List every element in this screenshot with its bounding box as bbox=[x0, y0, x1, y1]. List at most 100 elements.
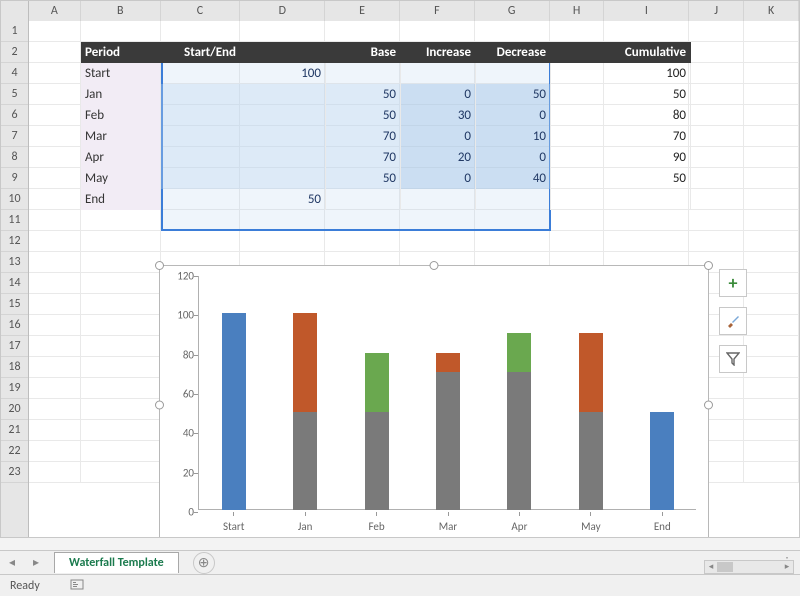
cell-cumulative[interactable]: 100 bbox=[606, 63, 691, 84]
column-header[interactable]: F bbox=[400, 1, 475, 21]
cell[interactable] bbox=[81, 336, 161, 357]
column-header[interactable]: I bbox=[604, 1, 689, 21]
cell-base[interactable] bbox=[326, 63, 401, 84]
row-header[interactable]: 15 bbox=[1, 294, 28, 315]
cell[interactable] bbox=[689, 105, 744, 126]
cell[interactable] bbox=[744, 210, 799, 231]
row-header[interactable]: 7 bbox=[1, 126, 28, 147]
cell[interactable] bbox=[29, 21, 81, 42]
cell[interactable] bbox=[29, 42, 81, 63]
bar-segment[interactable] bbox=[365, 353, 389, 412]
cell-grid[interactable]: 020406080100120StartJanFebMarAprMayEnd + bbox=[29, 21, 799, 537]
cell[interactable] bbox=[689, 147, 744, 168]
cell[interactable] bbox=[81, 441, 161, 462]
cell[interactable] bbox=[81, 462, 161, 483]
cell-increase[interactable]: 0 bbox=[401, 126, 476, 147]
cell[interactable] bbox=[689, 63, 744, 84]
cell[interactable] bbox=[744, 378, 799, 399]
cell-cumulative[interactable]: 90 bbox=[606, 147, 691, 168]
cell[interactable] bbox=[744, 168, 799, 189]
bar-segment[interactable] bbox=[222, 313, 246, 510]
cell[interactable] bbox=[29, 273, 81, 294]
cell[interactable] bbox=[744, 231, 799, 252]
chart-filters-button[interactable] bbox=[719, 345, 747, 373]
cell-decrease[interactable]: 0 bbox=[476, 147, 551, 168]
chart-handle[interactable] bbox=[704, 261, 713, 270]
cell-start-end[interactable] bbox=[161, 147, 326, 168]
column-header[interactable]: A bbox=[29, 1, 81, 21]
cell-increase[interactable]: 0 bbox=[401, 84, 476, 105]
row-header[interactable]: 12 bbox=[1, 231, 28, 252]
cell-increase[interactable]: 0 bbox=[401, 168, 476, 189]
cell[interactable] bbox=[744, 315, 799, 336]
bar-segment[interactable] bbox=[579, 333, 603, 412]
cell-cumulative[interactable]: 50 bbox=[606, 168, 691, 189]
column-header[interactable]: E bbox=[325, 1, 400, 21]
cell[interactable] bbox=[744, 441, 799, 462]
cell[interactable] bbox=[29, 84, 81, 105]
cell[interactable] bbox=[550, 63, 605, 84]
cell[interactable] bbox=[744, 273, 799, 294]
cell-cumulative[interactable]: 50 bbox=[606, 84, 691, 105]
cell[interactable] bbox=[550, 126, 605, 147]
cell-period[interactable]: Mar bbox=[81, 126, 161, 147]
cell[interactable] bbox=[744, 42, 799, 63]
cell-increase[interactable]: 20 bbox=[401, 147, 476, 168]
cell-start-end[interactable] bbox=[161, 126, 326, 147]
cell-start-end[interactable] bbox=[161, 84, 326, 105]
cell[interactable] bbox=[81, 231, 161, 252]
cell[interactable] bbox=[325, 210, 400, 231]
cell[interactable] bbox=[689, 231, 744, 252]
cell[interactable] bbox=[29, 399, 81, 420]
bar-stack[interactable] bbox=[650, 412, 674, 510]
cell[interactable] bbox=[744, 63, 799, 84]
cell[interactable] bbox=[689, 21, 744, 42]
bar-segment[interactable] bbox=[365, 412, 389, 510]
row-header[interactable]: 16 bbox=[1, 315, 28, 336]
table-header-cell[interactable]: Cumulative bbox=[606, 42, 691, 63]
scroll-thumb[interactable] bbox=[717, 562, 733, 572]
cell[interactable] bbox=[29, 378, 81, 399]
cell-cumulative[interactable] bbox=[606, 189, 691, 210]
cell-base[interactable] bbox=[326, 189, 401, 210]
table-header-cell[interactable]: Start/End bbox=[161, 42, 241, 63]
bar-segment[interactable] bbox=[579, 412, 603, 510]
cell-base[interactable]: 70 bbox=[326, 147, 401, 168]
cell[interactable] bbox=[550, 168, 605, 189]
row-header[interactable]: 6 bbox=[1, 105, 28, 126]
cell[interactable] bbox=[29, 126, 81, 147]
table-header-cell[interactable] bbox=[551, 42, 606, 63]
cell[interactable] bbox=[744, 147, 799, 168]
cell[interactable] bbox=[400, 231, 475, 252]
cell-decrease[interactable] bbox=[476, 63, 551, 84]
cell[interactable] bbox=[475, 210, 550, 231]
cell[interactable] bbox=[550, 105, 605, 126]
cell[interactable] bbox=[689, 168, 744, 189]
row-header[interactable]: 1 bbox=[1, 21, 28, 42]
cell[interactable] bbox=[29, 357, 81, 378]
tab-nav-prev[interactable]: ◂ bbox=[0, 552, 24, 574]
cell[interactable] bbox=[81, 357, 161, 378]
cell[interactable] bbox=[29, 420, 81, 441]
cell-base[interactable]: 50 bbox=[326, 168, 401, 189]
cell[interactable] bbox=[240, 231, 325, 252]
cell[interactable] bbox=[29, 462, 81, 483]
cell[interactable] bbox=[29, 210, 81, 231]
column-header[interactable]: K bbox=[744, 1, 799, 21]
cell[interactable] bbox=[744, 420, 799, 441]
row-header[interactable]: 9 bbox=[1, 168, 28, 189]
cell-increase[interactable]: 30 bbox=[401, 105, 476, 126]
cell[interactable] bbox=[81, 273, 161, 294]
cell[interactable] bbox=[240, 210, 325, 231]
cell[interactable] bbox=[689, 84, 744, 105]
bar-stack[interactable] bbox=[507, 333, 531, 510]
cell[interactable] bbox=[29, 336, 81, 357]
cell-period[interactable]: Jan bbox=[81, 84, 161, 105]
column-header[interactable]: D bbox=[240, 1, 325, 21]
cell[interactable] bbox=[81, 399, 161, 420]
row-header[interactable]: 22 bbox=[1, 441, 28, 462]
cell[interactable] bbox=[29, 315, 81, 336]
bar-segment[interactable] bbox=[436, 353, 460, 373]
cell[interactable] bbox=[744, 105, 799, 126]
cell[interactable] bbox=[29, 252, 81, 273]
